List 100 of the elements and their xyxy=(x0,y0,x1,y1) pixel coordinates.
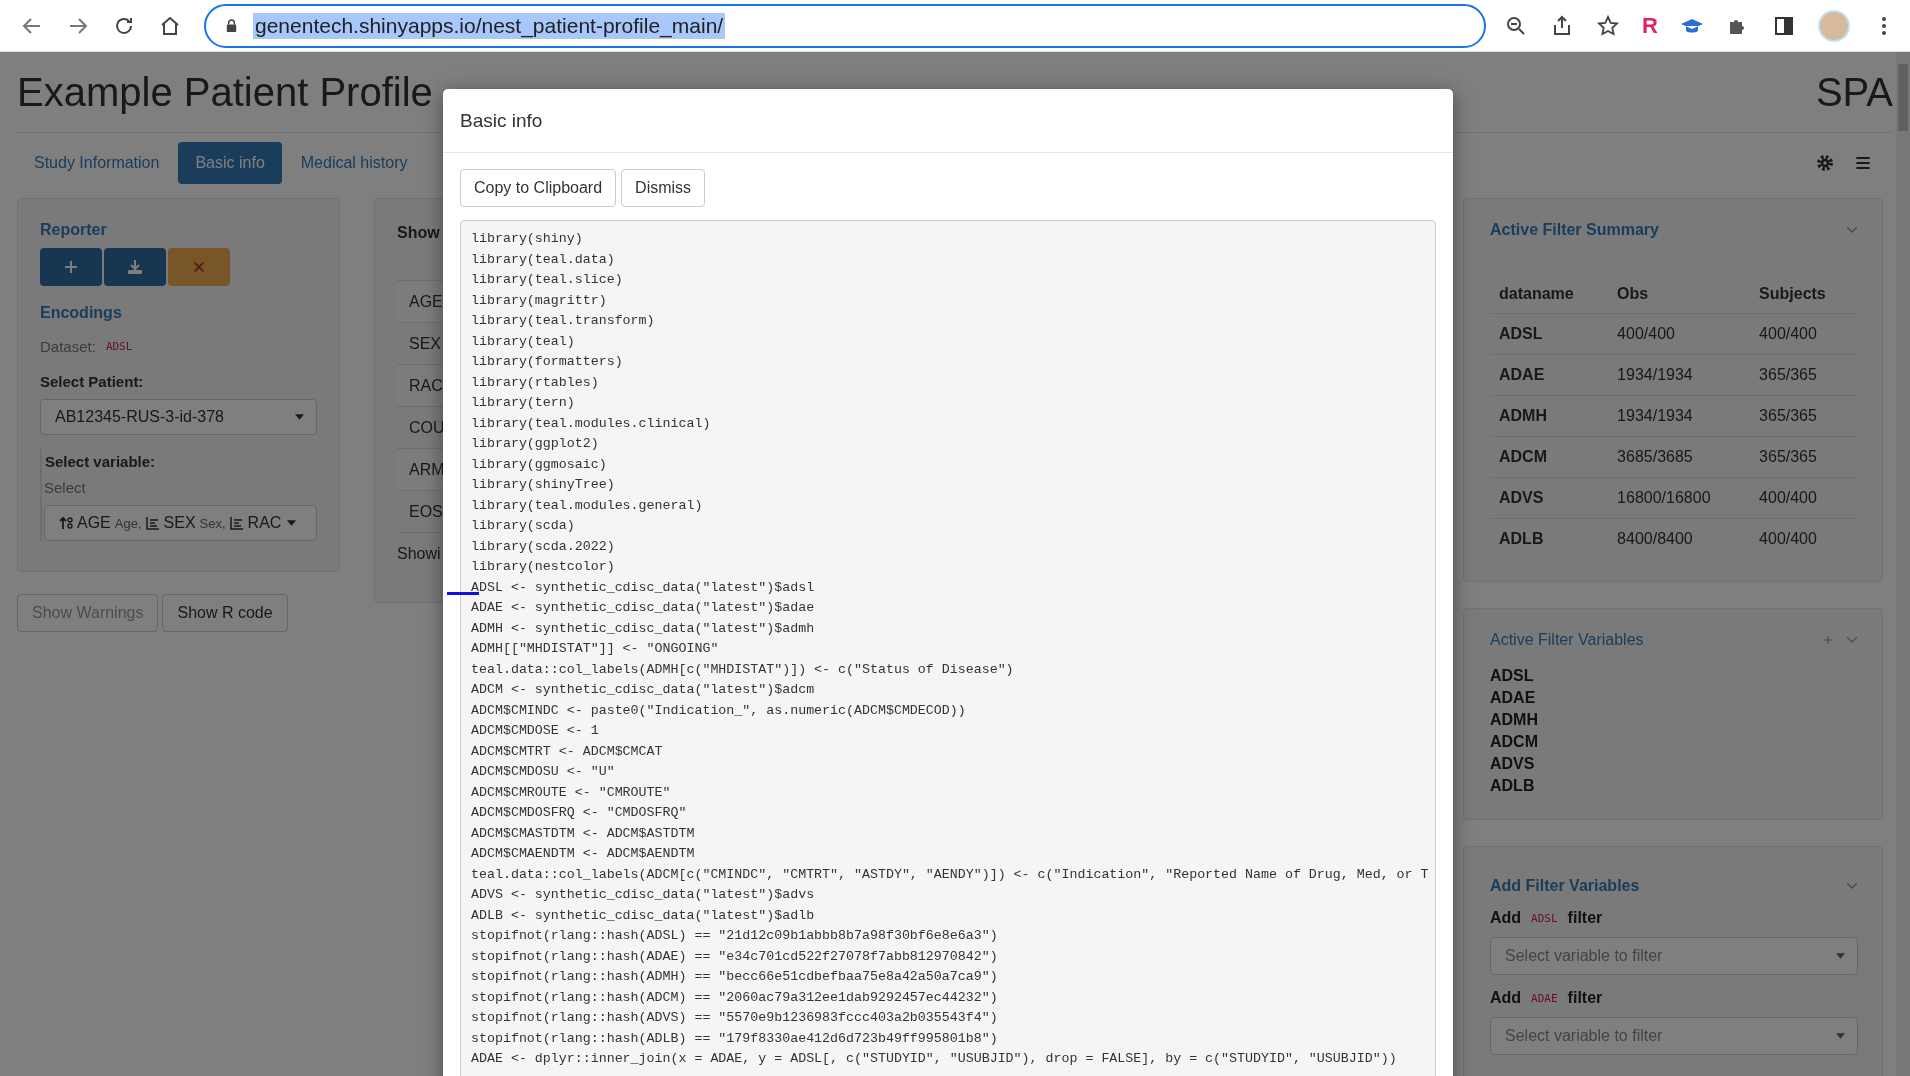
scrollbar-thumb[interactable] xyxy=(1898,64,1908,131)
filter-label: filter xyxy=(1567,909,1603,927)
star-icon[interactable] xyxy=(1596,13,1621,38)
sort-numeric-icon xyxy=(59,516,73,530)
dataset-name: ADMH xyxy=(1490,710,1539,730)
settings-icon[interactable] xyxy=(1815,153,1835,173)
code-line: ADCM$CMTRT <- ADCM$CMCAT xyxy=(471,742,664,761)
code-line: library(teal) xyxy=(471,332,576,351)
code-line: library(teal.transform) xyxy=(471,312,656,330)
modal-title: Basic info xyxy=(460,109,543,132)
scrollbar[interactable] xyxy=(1896,52,1910,1076)
table-cell: 1934/1934 xyxy=(1608,354,1751,396)
download-button[interactable] xyxy=(104,248,166,286)
code-line: library(nestcolor) xyxy=(471,558,616,576)
code-line: library(teal.slice) xyxy=(471,271,624,289)
caret-icon xyxy=(287,520,297,526)
table-cell: ADSL xyxy=(1490,313,1609,355)
marker-line xyxy=(447,592,479,595)
code-line: library(teal.modules.clinical) xyxy=(471,414,712,433)
table-cell: ADAE xyxy=(1490,354,1609,396)
table-cell: 365/365 xyxy=(1750,354,1858,396)
code-line: library(teal.data) xyxy=(471,250,616,269)
table-cell: 400/400 xyxy=(1750,313,1858,355)
code-line: ADMH[["MHDISTAT"]] <- "ONGOING" xyxy=(471,640,720,658)
section-title: Add Filter Variables xyxy=(1490,877,1640,895)
table-title: Show xyxy=(397,224,440,242)
code-line: ADLB <- synthetic_cdisc_data("latest")$adlb xyxy=(471,906,816,925)
dataset-label: Dataset: xyxy=(40,338,96,355)
tab[interactable]: Study Information xyxy=(17,142,177,184)
code-line: ADCM$CMINDC <- paste0("Indication_", as.numeric(ADCM$CMDECOD)) xyxy=(471,701,967,720)
code-line: library(ggmosaic) xyxy=(471,455,608,474)
tab[interactable]: Basic info xyxy=(178,142,282,184)
code-line: library(scda.2022) xyxy=(471,537,616,556)
table-cell: 1934/1934 xyxy=(1608,395,1751,437)
dataset-name: ADVS xyxy=(1490,754,1536,774)
code-line: library(rtables) xyxy=(471,373,600,392)
code-line: library(ggplot2) xyxy=(471,435,600,453)
code-line: library(tern) xyxy=(471,394,576,412)
modal-button[interactable]: Dismiss xyxy=(621,169,706,207)
column-header: Obs xyxy=(1608,275,1751,314)
code-line: library(shinyTree) xyxy=(471,476,616,494)
filter-select[interactable]: Select variable to filter xyxy=(1490,1017,1858,1055)
add-button[interactable] xyxy=(40,248,102,286)
table-cell: 16800/16800 xyxy=(1608,477,1751,519)
table-cell: ADMH xyxy=(1490,395,1609,437)
tab[interactable]: Medical history xyxy=(283,142,425,184)
variable-select[interactable]: AGE Age, SEX Sex, RAC xyxy=(44,505,317,541)
code-line: library(magrittr) xyxy=(471,291,608,310)
code-line: stopifnot(rlang::hash(ADMH) == "becc66e51cdbefbaa75e8a42a50a7ca9") xyxy=(471,968,999,986)
address-bar[interactable]: genentech.shinyapps.io/nest_patient-profile_main/ xyxy=(204,3,1487,48)
section-title: Reporter xyxy=(40,221,108,239)
code-line: stopifnot(rlang::hash(ADLB) == "179f8330ae412d6d723b49ff995801b8") xyxy=(471,1029,999,1048)
action-button[interactable]: Show R code xyxy=(162,594,288,632)
dataset-code: ADSL xyxy=(105,340,133,353)
brand-text: SPA xyxy=(1815,69,1893,115)
patient-select[interactable]: AB12345-RUS-3-id-378 xyxy=(40,399,317,435)
code-line: ADAE <- dplyr::inner_join(x = ADAE, y = ADSL[, c("STUDYID", "USUBJID"), drop = FALSE], by = c("STUDYID", "USUBJID")) xyxy=(471,1050,1398,1068)
filter-label: Add xyxy=(1490,989,1522,1007)
variable-name: RAC xyxy=(247,514,282,532)
table-cell: 400/400 xyxy=(1750,518,1858,559)
field-label: Select Patient: xyxy=(40,373,145,390)
code-line: ADVS <- synthetic_cdisc_data("latest")$advs xyxy=(471,886,816,904)
section-title: Active Filter Variables xyxy=(1490,631,1644,649)
code-line: ADCM$CMASTDTM <- ADCM$ASTDTM xyxy=(471,824,696,843)
code-line: library(teal.modules.general) xyxy=(471,496,704,515)
column-header: dataname xyxy=(1490,275,1609,314)
table-cell: 8400/8400 xyxy=(1608,518,1751,559)
table-cell: 400/400 xyxy=(1608,313,1751,355)
caret-icon xyxy=(1836,953,1845,959)
variable-label: Age, xyxy=(114,515,142,531)
code-line: library(formatters) xyxy=(471,353,624,371)
filter-select[interactable]: Select variable to filter xyxy=(1490,937,1858,975)
code-line: ADCM$CMDOSFRQ <- "CMDOSFRQ" xyxy=(471,804,688,822)
code-line: stopifnot(rlang::hash(ADCM) == "2060ac79a312ee1dab9292457ec44232") xyxy=(471,988,999,1007)
hint-text: Select xyxy=(44,479,87,496)
code-line: ADMH <- synthetic_cdisc_data("latest")$admh xyxy=(471,619,816,638)
table-cell: ADCM xyxy=(1490,436,1609,478)
dataset-name: ADSL xyxy=(1490,666,1535,686)
section-title: Encodings xyxy=(40,304,123,322)
url-text: genentech.shinyapps.io/nest_patient-profile_main/ xyxy=(253,12,726,39)
modal-button[interactable]: Copy to Clipboard xyxy=(460,169,617,207)
table-cell: 400/400 xyxy=(1750,477,1858,519)
caret-icon xyxy=(295,414,304,420)
code-line: ADCM$CMAENDTM <- ADCM$AENDTM xyxy=(471,845,696,863)
extension-icon[interactable]: R xyxy=(1642,12,1658,39)
section-title: Active Filter Summary xyxy=(1490,221,1659,239)
dataset-code: ADAE xyxy=(1531,991,1558,1005)
table-cell: 365/365 xyxy=(1750,436,1858,478)
column-header: Subjects xyxy=(1750,275,1858,314)
variable-name: AGE xyxy=(77,514,111,532)
code-line: ADSL <- synthetic_cdisc_data("latest")$adsl xyxy=(471,578,816,597)
field-label: Select variable: xyxy=(44,453,157,470)
caret-icon xyxy=(1836,1033,1845,1039)
dataset-name: ADCM xyxy=(1490,732,1539,752)
code-line: ADCM$CMDOSU <- "U" xyxy=(471,763,616,781)
filter-label: filter xyxy=(1567,989,1603,1007)
code-line: stopifnot(rlang::hash(ADAE) == "e34c701cd522f27078f7abb812970842") xyxy=(471,947,999,966)
variable-label: Sex, xyxy=(199,515,226,531)
code-line: library(scda) xyxy=(471,517,576,535)
dataset-code: ADSL xyxy=(1531,911,1558,925)
